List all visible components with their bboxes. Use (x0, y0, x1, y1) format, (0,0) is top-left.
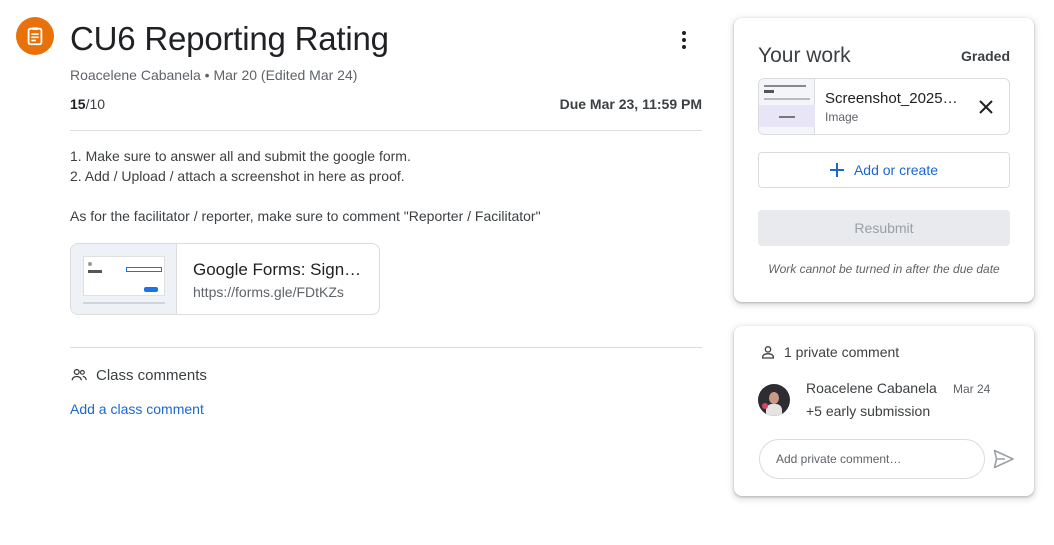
instruction-line: As for the facilitator / reporter, make … (70, 208, 541, 224)
your-work-title: Your work (758, 44, 851, 67)
link-title: Google Forms: Sign… (193, 260, 362, 279)
comment-date: Mar 24 (953, 382, 991, 396)
avatar (758, 384, 790, 416)
remove-attachment-button[interactable] (971, 92, 1001, 122)
instruction-line (70, 186, 541, 206)
google-form-link-card[interactable]: Google Forms: Sign… https://forms.gle/FD… (70, 243, 380, 315)
add-or-create-button[interactable]: Add or create (758, 152, 1010, 188)
due-date-notice: Work cannot be turned in after the due d… (768, 262, 1000, 276)
send-icon (993, 449, 1014, 469)
private-comment-input[interactable] (759, 439, 985, 479)
link-thumbnail (71, 244, 177, 314)
points: 15/10 (70, 96, 105, 112)
your-work-card: Your work Graded Screenshot_2025… Image … (734, 18, 1034, 302)
divider (70, 347, 702, 348)
person-icon (762, 346, 774, 359)
resubmit-button: Resubmit (758, 210, 1010, 246)
assignment-icon (16, 17, 54, 55)
attachment-item[interactable]: Screenshot_2025… Image (758, 78, 1010, 135)
more-vert-icon (682, 31, 686, 49)
class-comments-heading: Class comments (70, 366, 207, 384)
private-comments-count: 1 private comment (784, 344, 900, 360)
close-icon (979, 100, 993, 114)
add-or-create-label: Add or create (853, 162, 939, 178)
due-date: Due Mar 23, 11:59 PM (559, 96, 702, 112)
people-icon (71, 368, 87, 381)
more-options-button[interactable] (668, 24, 700, 56)
points-earned: 15 (70, 96, 86, 112)
instruction-line: 1. Make sure to answer all and submit th… (70, 148, 411, 164)
private-comments-heading: 1 private comment (760, 344, 899, 360)
link-url: https://forms.gle/FDtKZs (193, 284, 344, 300)
comment-author: Roacelene Cabanela (806, 380, 937, 396)
instructions: 1. Make sure to answer all and submit th… (70, 146, 541, 226)
assignment-title: CU6 Reporting Rating (70, 20, 389, 57)
send-comment-button[interactable] (990, 445, 1018, 473)
assignment-meta: Roacelene Cabanela • Mar 20 (Edited Mar … (70, 67, 358, 83)
plus-icon (829, 163, 844, 177)
divider (70, 130, 702, 131)
attachment-thumbnail (759, 79, 815, 134)
comment-text: +5 early submission (806, 403, 931, 419)
instruction-line: 2. Add / Upload / attach a screenshot in… (70, 168, 405, 184)
private-comments-card: 1 private comment Roacelene Cabanela Mar… (734, 326, 1034, 496)
points-total: /10 (85, 96, 106, 112)
class-comments-label: Class comments (96, 366, 207, 384)
grade-status: Graded (960, 48, 1010, 64)
add-class-comment-link[interactable]: Add a class comment (70, 401, 204, 417)
